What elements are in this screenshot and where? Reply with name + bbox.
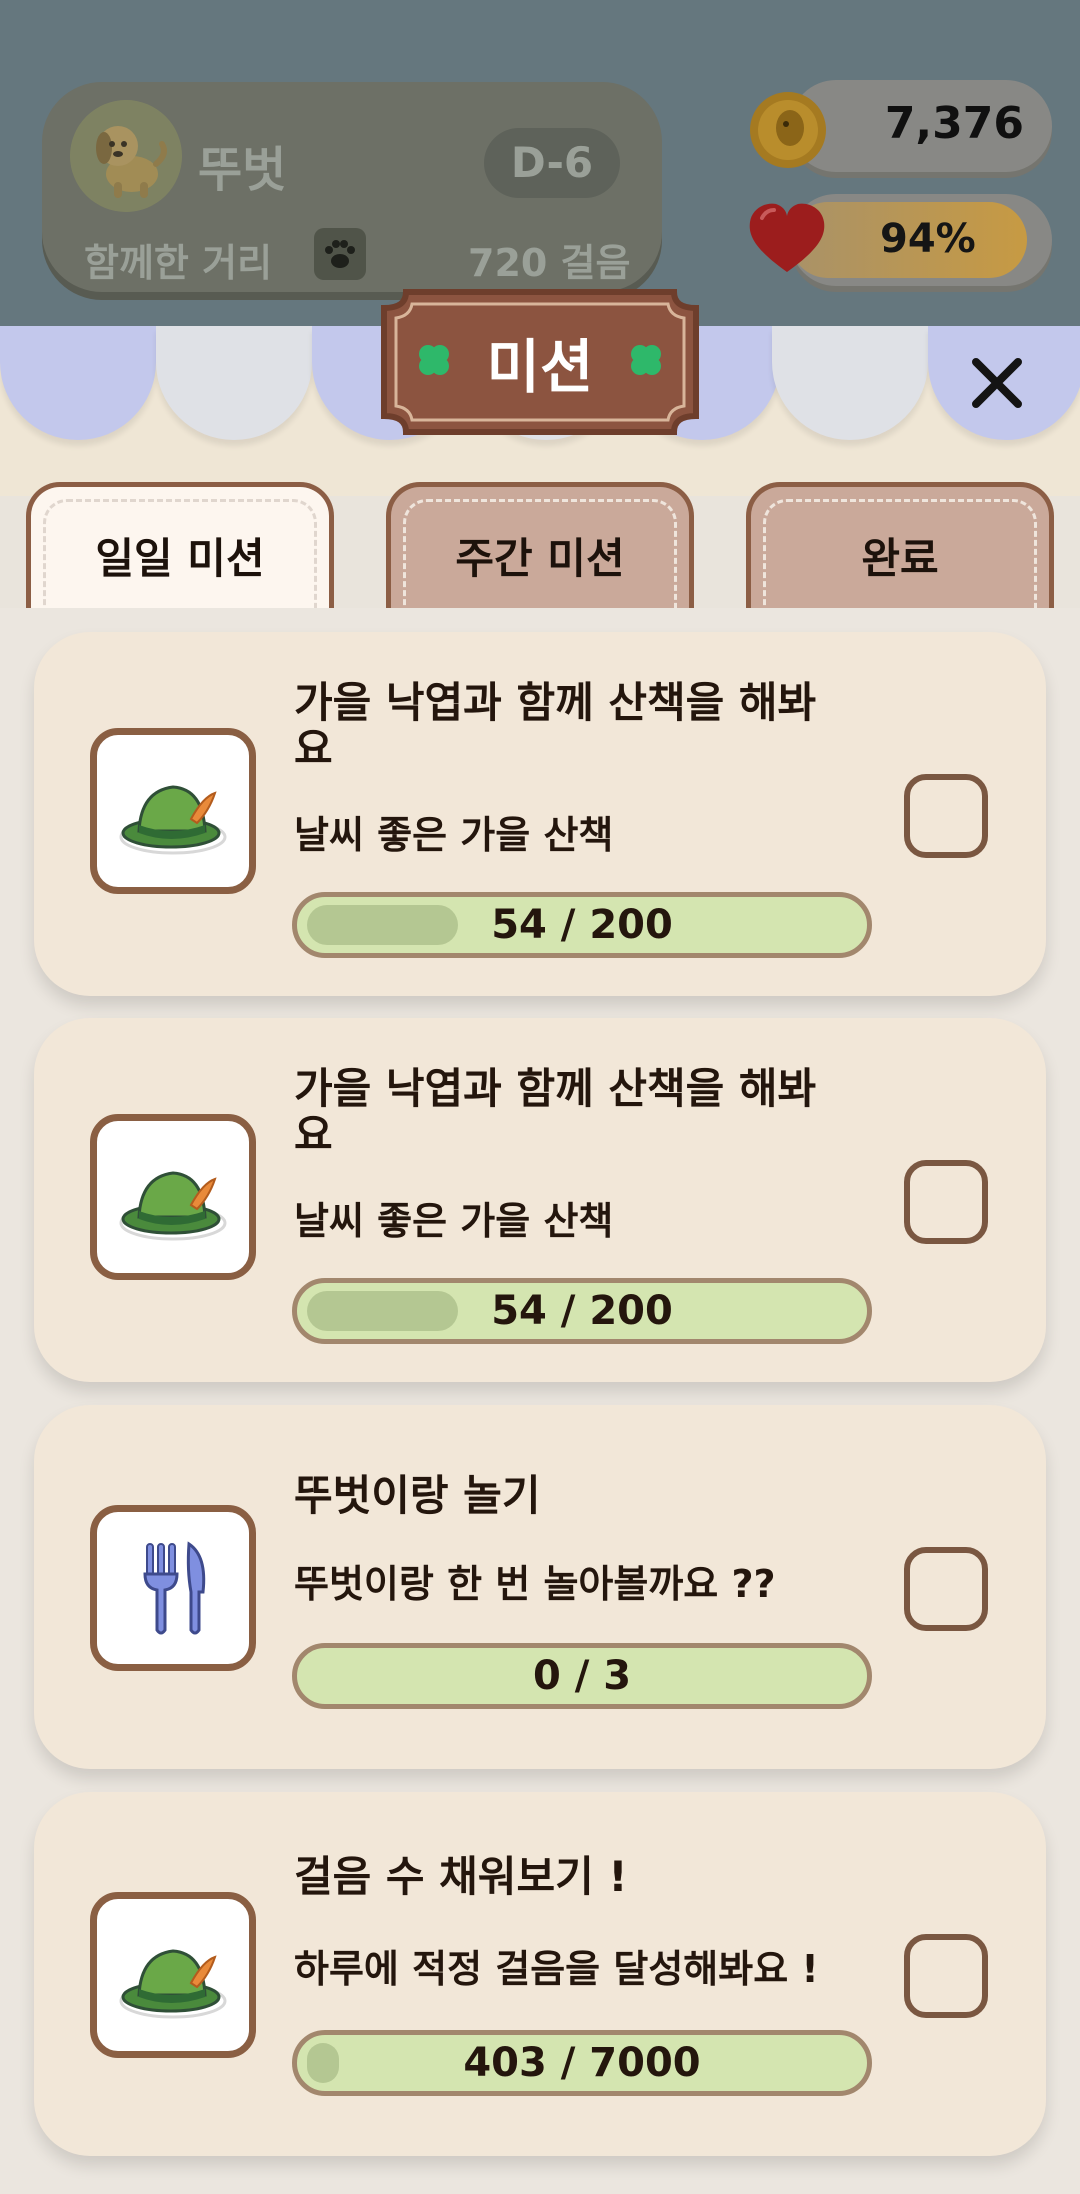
tab-daily-missions[interactable]: 일일 미션 <box>26 482 334 612</box>
close-icon[interactable] <box>964 350 1030 416</box>
hat-icon <box>119 1949 227 2019</box>
tab-label: 완료 <box>861 534 939 583</box>
tab-label: 일일 미션 <box>95 534 265 583</box>
mission-card: 가을 낙엽과 함께 산책을 해봐요 날씨 좋은 가을 산책 54 / 200 <box>34 632 1046 996</box>
dialog-title-sign: 미션 <box>378 286 702 438</box>
mission-description: 날씨 좋은 가을 산책 <box>294 1199 614 1243</box>
mission-progress-bar: 54 / 200 <box>292 892 872 958</box>
paw-icon <box>314 228 366 280</box>
mission-card: 가을 낙엽과 함께 산책을 해봐요 날씨 좋은 가을 산책 54 / 200 <box>34 1018 1046 1382</box>
awning-scallop <box>156 326 312 440</box>
progress-text: 403 / 7000 <box>463 2040 701 2086</box>
mission-progress-bar: 403 / 7000 <box>292 2030 872 2096</box>
tab-completed[interactable]: 완료 <box>746 482 1054 612</box>
mission-card: 뚜벗이랑 놀기 뚜벗이랑 한 번 놀아볼까요 ?? 0 / 3 <box>34 1405 1046 1769</box>
dday-badge: D-6 <box>484 128 620 198</box>
hat-icon <box>119 1171 227 1241</box>
pet-avatar <box>70 100 182 212</box>
coin-value: 7,376 <box>884 98 1024 149</box>
mission-description: 하루에 적정 걸음을 달성해봐요 ! <box>294 1947 819 1991</box>
mission-checkbox[interactable] <box>904 774 988 858</box>
heart-icon <box>749 203 825 272</box>
mission-icon-frame <box>90 1114 256 1280</box>
pet-profile-card: 뚜벗 D-6 함께한 거리 720 걸음 <box>42 82 662 292</box>
mission-progress-bar: 0 / 3 <box>292 1643 872 1709</box>
fork-knife-icon <box>143 1541 206 1635</box>
mission-progress-bar: 54 / 200 <box>292 1278 872 1344</box>
tab-label: 주간 미션 <box>455 534 625 583</box>
coin-icon <box>750 92 826 168</box>
distance-label: 함께한 거리 <box>84 241 273 285</box>
mission-description: 뚜벗이랑 한 번 놀아볼까요 ?? <box>294 1562 776 1606</box>
mission-icon-frame <box>90 728 256 894</box>
tab-weekly-missions[interactable]: 주간 미션 <box>386 482 694 612</box>
mission-card: 걸음 수 채워보기 ! 하루에 적정 걸음을 달성해봐요 ! 403 / 700… <box>34 1792 1046 2156</box>
mission-checkbox[interactable] <box>904 1160 988 1244</box>
dialog-title: 미션 <box>486 333 594 401</box>
progress-text: 54 / 200 <box>491 902 673 948</box>
mission-title: 가을 낙엽과 함께 산책을 해봐요 <box>294 678 817 773</box>
pet-name: 뚜벗 <box>198 142 287 198</box>
awning-scallop <box>772 326 928 440</box>
distance-value: 720 걸음 <box>468 241 631 285</box>
mission-checkbox[interactable] <box>904 1547 988 1631</box>
heart-gauge: 94% <box>790 194 1052 286</box>
mission-title: 뚜벗이랑 놀기 <box>294 1471 541 1520</box>
mission-title: 걸음 수 채워보기 ! <box>294 1852 628 1901</box>
progress-text: 0 / 3 <box>532 1653 632 1699</box>
mission-title: 가을 낙엽과 함께 산책을 해봐요 <box>294 1064 817 1159</box>
progress-text: 54 / 200 <box>491 1288 673 1334</box>
hat-icon <box>119 785 227 855</box>
heart-value: 94% <box>880 216 976 262</box>
mission-checkbox[interactable] <box>904 1934 988 2018</box>
awning-scallop <box>0 326 156 440</box>
mission-icon-frame <box>90 1892 256 2058</box>
mission-icon-frame <box>90 1505 256 1671</box>
mission-description: 날씨 좋은 가을 산책 <box>294 813 614 857</box>
dog-icon <box>70 100 182 212</box>
